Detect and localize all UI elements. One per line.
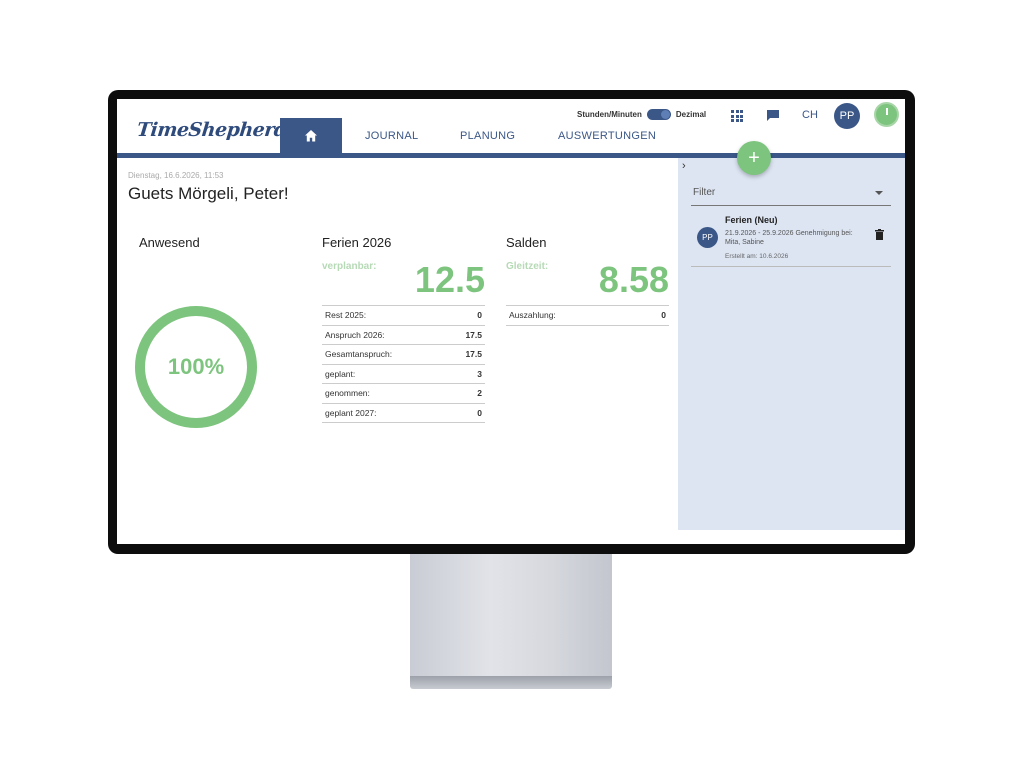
filter-label: Filter <box>693 187 716 198</box>
nav-journal[interactable]: JOURNAL <box>365 130 418 142</box>
row-value: 17.5 <box>465 349 482 360</box>
home-icon <box>305 129 317 141</box>
row-value: 17.5 <box>465 329 482 340</box>
presence-title: Anwesend <box>139 235 200 250</box>
row-label: Rest 2025: <box>325 310 367 321</box>
list-item[interactable]: PP Ferien (Neu) 21.9.2026 - 25.9.2026 Ge… <box>691 211 891 267</box>
balances-table: Auszahlung: 0 <box>506 305 669 326</box>
row-label: Gesamtanspruch: <box>325 349 393 360</box>
monitor-stand <box>410 554 612 678</box>
flextime-label: Gleitzeit: <box>506 261 549 272</box>
flextime-value: 8.58 <box>598 259 669 300</box>
chat-icon[interactable] <box>766 109 780 122</box>
greeting: Guets Mörgeli, Peter! <box>128 184 289 203</box>
entry-avatar: PP <box>697 227 718 248</box>
table-row: geplant: 3 <box>322 365 485 384</box>
row-label: Anspruch 2026: <box>325 329 385 340</box>
unit-toggle-group: Stunden/Minuten Dezimal <box>577 109 706 120</box>
table-row: genommen: 2 <box>322 384 485 404</box>
row-label: Auszahlung: <box>509 310 556 321</box>
vacation-available-value: 12.5 <box>414 259 485 300</box>
language-selector[interactable]: CH <box>802 109 818 121</box>
vacation-available-label: verplanbar: <box>322 261 377 272</box>
row-label: geplant: <box>325 368 356 379</box>
app-screen: TimeShepherd JOURNAL PLANUNG AUSWERTUNGE… <box>117 99 905 544</box>
table-row: Auszahlung: 0 <box>506 306 669 326</box>
entry-subtitle: 21.9.2026 - 25.9.2026 Genehmigung bei: M… <box>725 230 853 246</box>
nav-home-button[interactable] <box>280 118 342 153</box>
apps-grid-icon[interactable] <box>731 110 743 122</box>
row-value: 0 <box>661 310 666 321</box>
row-value: 0 <box>477 407 482 418</box>
table-row: geplant 2027: 0 <box>322 404 485 423</box>
filter-select[interactable]: Filter <box>691 183 891 206</box>
presence-percent: 100% <box>167 354 225 379</box>
entry-created: Erstellt am: 10.6.2026 <box>725 253 789 260</box>
vacation-title: Ferien 2026 <box>322 235 392 250</box>
table-row: Rest 2025: 0 <box>322 306 485 326</box>
current-date: Dienstag, 16.6.2026, 11:53 <box>128 171 224 180</box>
side-panel: › Filter PP Ferien (Neu) 21.9.2026 - 25.… <box>678 158 905 530</box>
app-logo[interactable]: TimeShepherd <box>136 119 288 141</box>
row-value: 0 <box>477 310 482 321</box>
entry-title: Ferien (Neu) <box>725 215 778 225</box>
add-entry-button[interactable]: + <box>737 141 771 175</box>
nav-planung[interactable]: PLANUNG <box>460 130 515 142</box>
trash-icon[interactable] <box>875 229 884 240</box>
table-row: Gesamtanspruch: 17.5 <box>322 345 485 365</box>
unit-toggle-switch[interactable] <box>646 109 671 120</box>
chevron-down-icon <box>875 191 883 195</box>
user-avatar[interactable]: PP <box>834 103 860 129</box>
toggle-label-right: Dezimal <box>675 110 707 119</box>
app-header: TimeShepherd JOURNAL PLANUNG AUSWERTUNGE… <box>117 99 905 153</box>
row-value: 3 <box>477 368 482 379</box>
table-row: Anspruch 2026: 17.5 <box>322 326 485 345</box>
row-label: genommen: <box>325 388 370 399</box>
vacation-table: Rest 2025: 0 Anspruch 2026: 17.5 Gesamtanspr… <box>322 305 485 423</box>
toggle-label-left: Stunden/Minuten <box>577 110 642 119</box>
row-value: 2 <box>477 388 482 399</box>
clock-icon[interactable] <box>874 102 899 127</box>
collapse-chevron-icon[interactable]: › <box>682 160 686 172</box>
nav-auswertungen[interactable]: AUSWERTUNGEN <box>558 130 656 142</box>
presence-ring: 100% <box>134 305 258 429</box>
plus-icon: + <box>748 146 760 169</box>
balances-title: Salden <box>506 235 547 250</box>
monitor-stand-base <box>410 676 612 689</box>
row-label: geplant 2027: <box>325 407 377 418</box>
